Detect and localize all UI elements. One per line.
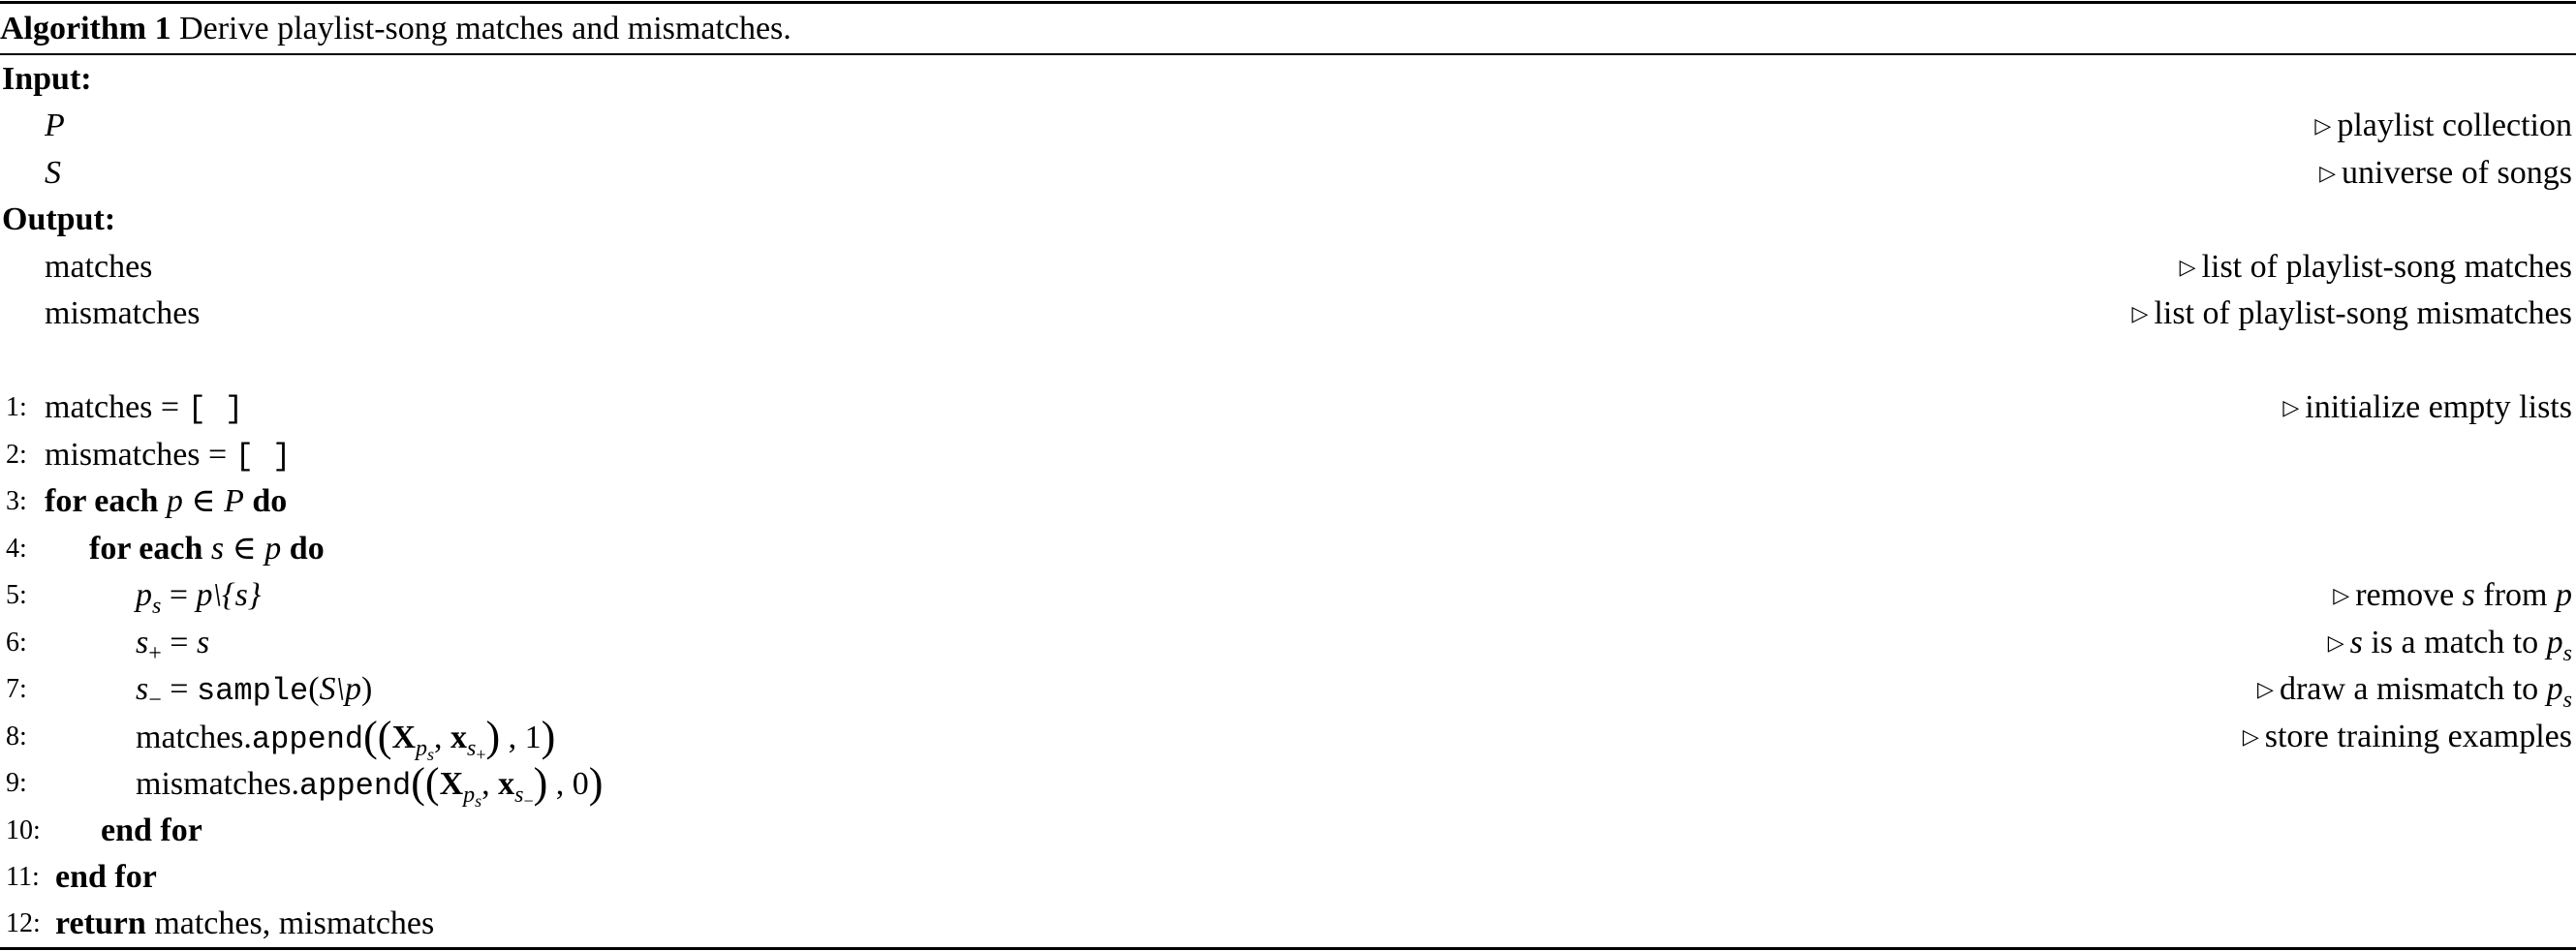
input-heading-row: Input: [0, 56, 2576, 103]
comment-triangle-icon: ▷ [2319, 161, 2337, 185]
algorithm-line: 10: end for [0, 808, 2576, 854]
algorithm-line: 6: s+ = s ▷ s is a match to ps [0, 620, 2576, 666]
line-number: 7: [6, 674, 27, 704]
comment-triangle-icon: ▷ [2333, 583, 2350, 607]
keyword: do [252, 483, 288, 519]
keyword: for each [89, 531, 203, 567]
line-number: 4: [6, 534, 27, 564]
algorithm-title: Derive playlist-song matches and mismatc… [179, 11, 791, 46]
output-heading: Output: [2, 201, 116, 237]
comment: ▷ list of playlist-song mismatches [2131, 295, 2573, 331]
empty-list: [ ] [187, 391, 244, 427]
method-name: append [251, 721, 364, 757]
algorithm-line: 3: for each p ∈ P do [0, 478, 2576, 525]
comment: ▷ list of playlist-song matches [2179, 249, 2572, 285]
comment: ▷ universe of songs [2319, 155, 2572, 191]
algorithm-line: 7: s− = sample(S\p) ▷ draw a mismatch to … [0, 666, 2576, 713]
algorithm-line: 9: mismatches.append((Xps, xs−) , 0) [6, 759, 604, 811]
line-number: 8: [6, 721, 27, 752]
input-item: S ▷ universe of songs [0, 150, 2576, 197]
comment-triangle-icon: ▷ [2131, 301, 2149, 325]
output-symbol: matches [45, 249, 153, 285]
comment-triangle-icon: ▷ [2314, 113, 2332, 138]
line-number: 10: [6, 815, 41, 845]
comment-triangle-icon: ▷ [2327, 630, 2344, 655]
output-item: mismatches ▷ list of playlist-song mismat… [0, 291, 2576, 337]
algorithm-label: Algorithm 1 [0, 11, 171, 46]
comment-triangle-icon: ▷ [2242, 724, 2259, 749]
input-symbol: P [45, 107, 65, 143]
algorithm-line: 11: end for [0, 854, 2576, 901]
output-heading-row: Output: [0, 197, 2576, 243]
algorithm-line: 1: matches = [ ] ▷ initialize empty lists [0, 384, 2576, 431]
comment-triangle-icon: ▷ [2257, 677, 2274, 701]
algorithm-line: 5: ps = p\{s} ▷ remove s from p [0, 572, 2576, 619]
function-name: sample [196, 673, 309, 709]
input-heading: Input: [2, 61, 92, 97]
caption-rule [0, 53, 2576, 55]
line-number: 11: [6, 862, 40, 892]
comment: ▷ playlist collection [2314, 107, 2572, 143]
empty-list: [ ] [234, 439, 292, 475]
input-item: P ▷ playlist collection [0, 103, 2576, 149]
comment-triangle-icon: ▷ [2179, 255, 2196, 279]
variable: mismatches [45, 437, 201, 473]
output-item: matches ▷ list of playlist-song matches [0, 244, 2576, 291]
bottom-rule [0, 947, 2576, 950]
algorithm-line: 4: for each s ∈ p do [0, 526, 2576, 572]
algorithm-line: 8: matches.append((Xps, xs+) , 1) ▷ store… [6, 713, 2572, 764]
keyword: return [55, 905, 146, 941]
equals: = [160, 389, 180, 425]
top-rule [0, 1, 2576, 4]
line-number: 6: [6, 628, 27, 658]
line-number: 5: [6, 580, 27, 610]
algorithm-line: 2: mismatches = [ ] [0, 432, 2576, 478]
comment: ▷ initialize empty lists [2282, 389, 2572, 425]
variable: matches [45, 389, 153, 425]
input-symbol: S [45, 155, 61, 191]
keyword: for each [45, 483, 159, 519]
comment: ▷ store training examples [2242, 719, 2572, 754]
line-number: 9: [6, 768, 27, 798]
keyword: end for [55, 859, 157, 895]
comment: ▷ s is a match to ps [2327, 625, 2572, 666]
comment: ▷ draw a mismatch to ps [2257, 671, 2572, 713]
algorithm-caption: Algorithm 1 Derive playlist-song matches… [0, 6, 2576, 52]
line-number: 12: [6, 908, 41, 938]
output-symbol: mismatches [45, 295, 201, 331]
line-number: 1: [6, 392, 27, 422]
algorithm-line: 12: return matches, mismatches [0, 901, 2576, 947]
comment-triangle-icon: ▷ [2282, 395, 2300, 419]
equals: = [208, 437, 228, 473]
keyword: do [289, 531, 325, 567]
keyword: end for [101, 813, 202, 848]
line-number: 3: [6, 486, 27, 516]
method-name: append [299, 768, 412, 804]
line-number: 2: [6, 440, 27, 470]
comment: ▷ remove s from p [2333, 577, 2572, 613]
